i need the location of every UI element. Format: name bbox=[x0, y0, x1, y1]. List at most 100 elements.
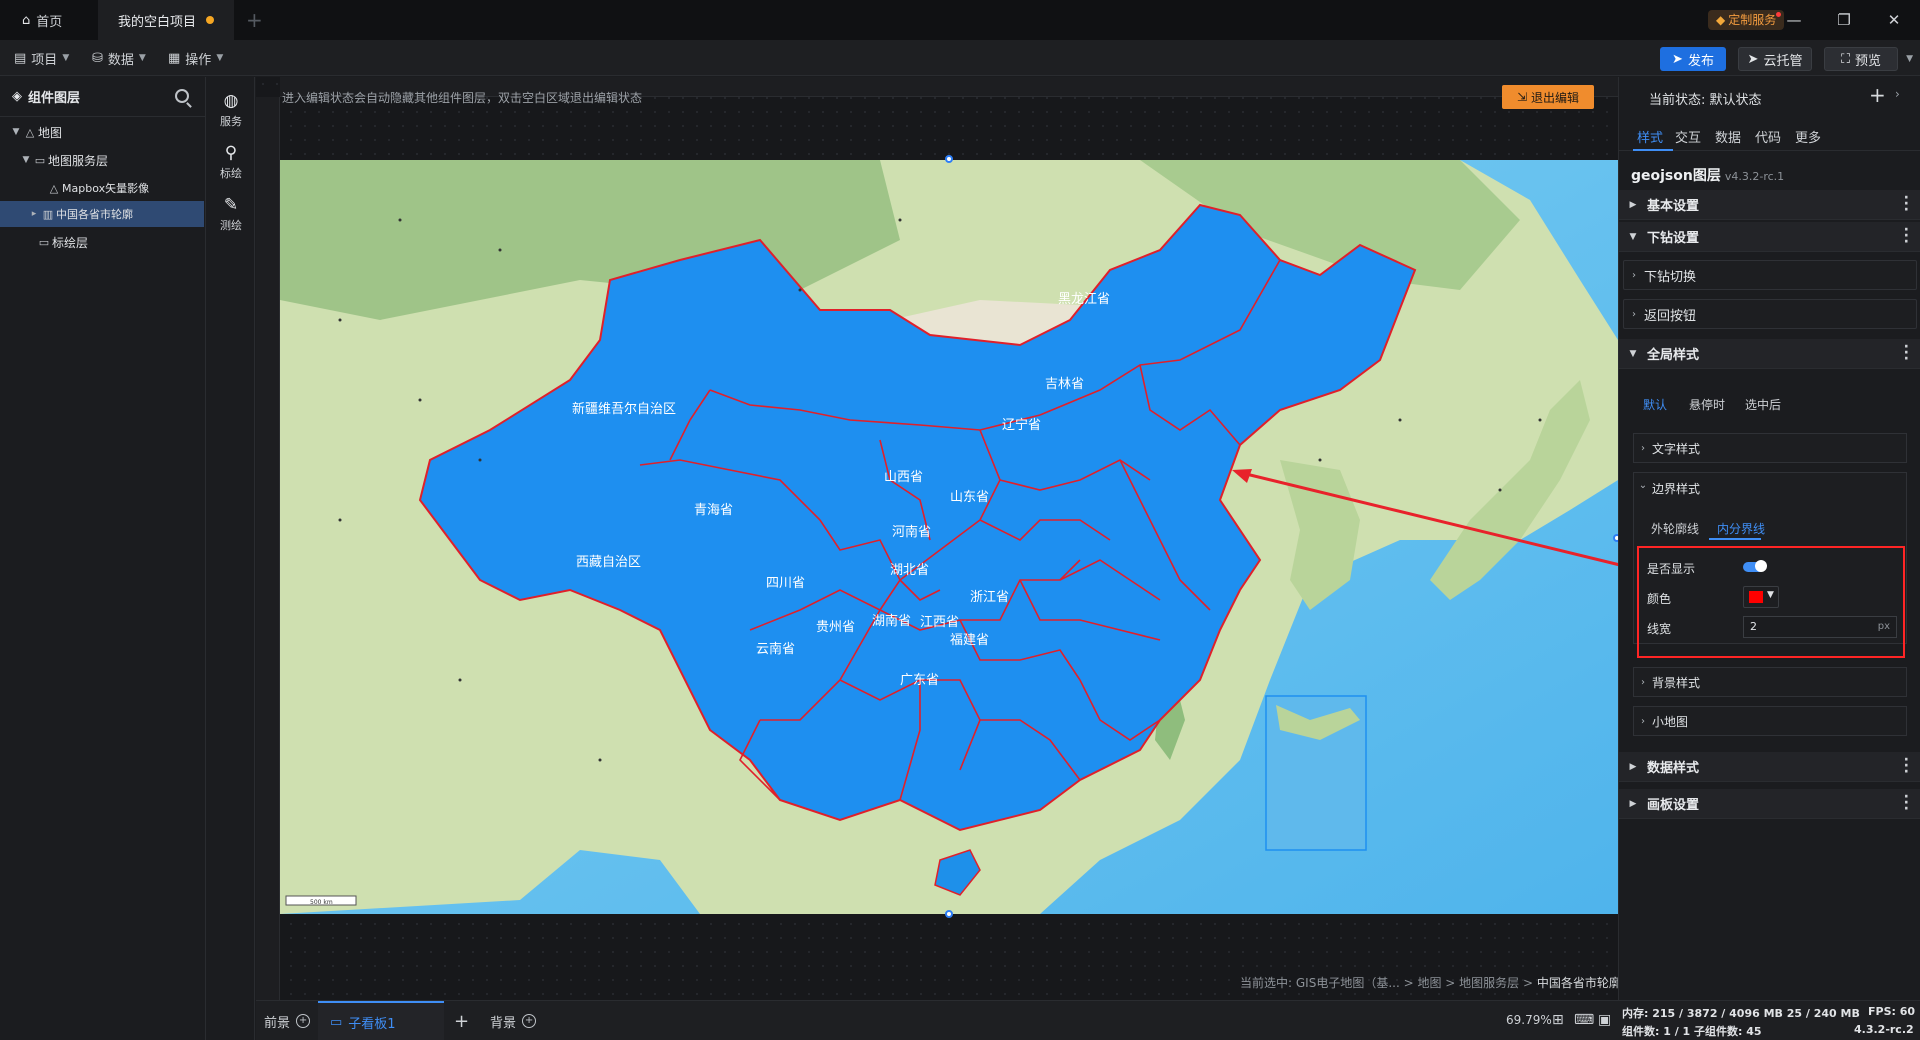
folder-icon: ▭ bbox=[38, 235, 50, 249]
add-foreground-icon[interactable]: + bbox=[296, 1014, 311, 1028]
subsection-title: 背景样式 bbox=[1652, 675, 1701, 690]
line-width-input[interactable]: 2 px bbox=[1743, 616, 1897, 638]
layer-item-map-service[interactable]: ▼ ▭ 地图服务层 bbox=[0, 147, 204, 173]
resize-handle-top[interactable] bbox=[945, 155, 953, 163]
chevron-down-icon: ▼ bbox=[1629, 231, 1637, 242]
more-vertical-icon[interactable]: · · · bbox=[1904, 790, 1909, 816]
layer-item-map[interactable]: ▼ △ 地图 bbox=[0, 119, 204, 145]
add-board-icon[interactable]: + bbox=[454, 1001, 469, 1040]
show-toggle[interactable] bbox=[1743, 560, 1767, 572]
grid-icon: ▦ bbox=[168, 50, 181, 66]
tab-project[interactable]: 我的空白项目 bbox=[98, 0, 234, 40]
breadcrumb-item[interactable]: 地图服务层 bbox=[1459, 976, 1519, 990]
tab-data[interactable]: 数据 bbox=[1715, 127, 1741, 146]
minimize-icon[interactable]: — bbox=[1782, 8, 1806, 32]
tab-more[interactable]: 更多 bbox=[1795, 127, 1821, 146]
foreground-tab[interactable]: 前景 + bbox=[264, 1001, 311, 1040]
tool-measure[interactable]: ✎ 测绘 bbox=[207, 189, 255, 241]
color-label: 颜色 bbox=[1647, 592, 1672, 606]
chevron-down-icon[interactable]: ▼ bbox=[1906, 54, 1913, 64]
show-label: 是否显示 bbox=[1647, 562, 1696, 576]
subsection-minimap[interactable]: › 小地图 bbox=[1633, 706, 1907, 736]
send-icon: ➤ bbox=[1672, 51, 1683, 67]
province-label: 云南省 bbox=[756, 641, 795, 657]
layer-item-mapbox[interactable]: △ Mapbox矢量影像 bbox=[0, 175, 204, 201]
cloud-host-button[interactable]: ➤ 云托管 bbox=[1738, 47, 1812, 71]
subsection-drill-switch[interactable]: › 下钻切换 bbox=[1623, 260, 1917, 290]
document-icon: ▤ bbox=[14, 50, 27, 66]
border-tab-outer[interactable]: 外轮廓线 bbox=[1651, 520, 1699, 537]
subsection-back-button[interactable]: › 返回按钮 bbox=[1623, 299, 1917, 329]
more-vertical-icon[interactable]: · · · bbox=[1904, 191, 1909, 217]
section-panel-settings[interactable]: ▶ 画板设置 · · · bbox=[1619, 789, 1920, 819]
fit-screen-icon[interactable]: ⊞ bbox=[1552, 1012, 1564, 1028]
chevron-right-icon[interactable]: ▸ bbox=[28, 209, 40, 219]
preview-button[interactable]: ⛶ 预览 ▼ bbox=[1824, 47, 1913, 71]
memory-stat: 内存: 215 / 3872 / 4096 MB 25 / 240 MB bbox=[1622, 1007, 1860, 1020]
more-vertical-icon[interactable]: · · · bbox=[1904, 223, 1909, 249]
menu-bar: ▤ 项目 ▼ ⛁ 数据 ▼ ▦ 操作 ▼ ➤ 发布 ➤ 云托管 ⛶ 预览 ▼ bbox=[0, 40, 1920, 76]
keyboard-icon[interactable]: ⌨ bbox=[1574, 1012, 1594, 1028]
border-tab-inner[interactable]: 内分界线 bbox=[1717, 520, 1765, 537]
tab-interaction[interactable]: 交互 bbox=[1675, 127, 1701, 146]
section-data-style[interactable]: ▶ 数据样式 · · · bbox=[1619, 752, 1920, 782]
chevron-down-icon: ▼ bbox=[1767, 590, 1774, 600]
chevron-down-icon[interactable]: ▼ bbox=[20, 155, 32, 165]
section-drill[interactable]: ▼ 下钻设置 · · · bbox=[1619, 222, 1920, 252]
tab-home[interactable]: ⌂ 首页 bbox=[0, 0, 96, 40]
province-label: 贵州省 bbox=[816, 620, 855, 635]
subsection-bg-style[interactable]: › 背景样式 bbox=[1633, 667, 1907, 697]
tool-service[interactable]: ◍ 服务 bbox=[207, 85, 255, 137]
color-picker[interactable]: ▼ bbox=[1743, 586, 1779, 608]
menu-operate-label: 操作 bbox=[185, 52, 212, 68]
fullscreen-icon: ⛶ bbox=[1840, 51, 1851, 67]
search-icon[interactable] bbox=[175, 89, 189, 103]
send-icon: ➤ bbox=[1747, 51, 1759, 67]
chevron-right-icon: › bbox=[1641, 676, 1645, 688]
province-label: 河南省 bbox=[892, 524, 931, 540]
add-background-icon[interactable]: + bbox=[522, 1014, 537, 1028]
layer-panel-title: 组件图层 bbox=[28, 91, 81, 106]
restore-icon[interactable]: ❐ bbox=[1832, 8, 1856, 32]
subsection-text-style[interactable]: › 文字样式 bbox=[1633, 433, 1907, 463]
tab-code[interactable]: 代码 bbox=[1755, 127, 1781, 146]
layer-panel-header: ◈ 组件图层 bbox=[0, 77, 205, 117]
custom-service-button[interactable]: ◆ 定制服务 bbox=[1708, 10, 1785, 30]
state-tab-selected[interactable]: 选中后 bbox=[1745, 396, 1781, 413]
menu-project[interactable]: ▤ 项目 ▼ bbox=[14, 48, 69, 68]
state-tab-hover[interactable]: 悬停时 bbox=[1689, 396, 1725, 413]
tab-style[interactable]: 样式 bbox=[1637, 127, 1663, 146]
layer-item-plot[interactable]: ▭ 标绘层 bbox=[0, 229, 204, 255]
new-tab-plus-icon[interactable]: + bbox=[246, 8, 263, 32]
annotation-arrow bbox=[1232, 469, 1621, 567]
board-tab[interactable]: ▭ 子看板1 bbox=[318, 1001, 444, 1040]
background-tab[interactable]: 背景 + bbox=[490, 1001, 537, 1040]
subsection-title: 下钻切换 bbox=[1644, 269, 1697, 285]
more-vertical-icon[interactable]: · · · bbox=[1904, 340, 1909, 366]
exit-edit-button[interactable]: ⇲ 退出编辑 bbox=[1502, 85, 1594, 109]
province-label: 黑龙江省 bbox=[1058, 292, 1110, 307]
resize-handle-bottom[interactable] bbox=[945, 910, 953, 918]
more-vertical-icon[interactable]: · · · bbox=[1904, 753, 1909, 779]
province-label: 新疆维吾尔自治区 bbox=[572, 401, 676, 417]
book-icon: ▥ bbox=[42, 207, 54, 221]
province-label: 湖南省 bbox=[872, 613, 911, 629]
section-global-style[interactable]: ▼ 全局样式 · · · bbox=[1619, 339, 1920, 369]
custom-service-label: 定制服务 bbox=[1728, 13, 1777, 27]
zoom-level[interactable]: 69.79% bbox=[1506, 1013, 1552, 1027]
chevron-right-icon[interactable]: › bbox=[1895, 87, 1900, 101]
menu-operate[interactable]: ▦ 操作 ▼ bbox=[168, 48, 223, 68]
menu-data[interactable]: ⛁ 数据 ▼ bbox=[92, 48, 146, 68]
chevron-down-icon[interactable]: ▼ bbox=[10, 127, 22, 137]
close-icon[interactable]: ✕ bbox=[1882, 8, 1906, 32]
breadcrumb-item[interactable]: 地图 bbox=[1417, 976, 1441, 990]
add-state-icon[interactable]: + bbox=[1869, 83, 1886, 107]
layer-item-province-outline[interactable]: ▸ ▥ 中国各省市轮廓 bbox=[0, 201, 204, 227]
publish-button[interactable]: ➤ 发布 bbox=[1660, 47, 1726, 71]
preview-label: 预览 bbox=[1855, 53, 1882, 69]
state-tab-default[interactable]: 默认 bbox=[1643, 396, 1667, 413]
pin-icon: ⚲ bbox=[224, 143, 238, 163]
section-basic[interactable]: ▶ 基本设置 · · · bbox=[1619, 190, 1920, 220]
tool-plot[interactable]: ⚲ 标绘 bbox=[207, 137, 255, 189]
terminal-icon[interactable]: ▣ bbox=[1598, 1012, 1611, 1028]
